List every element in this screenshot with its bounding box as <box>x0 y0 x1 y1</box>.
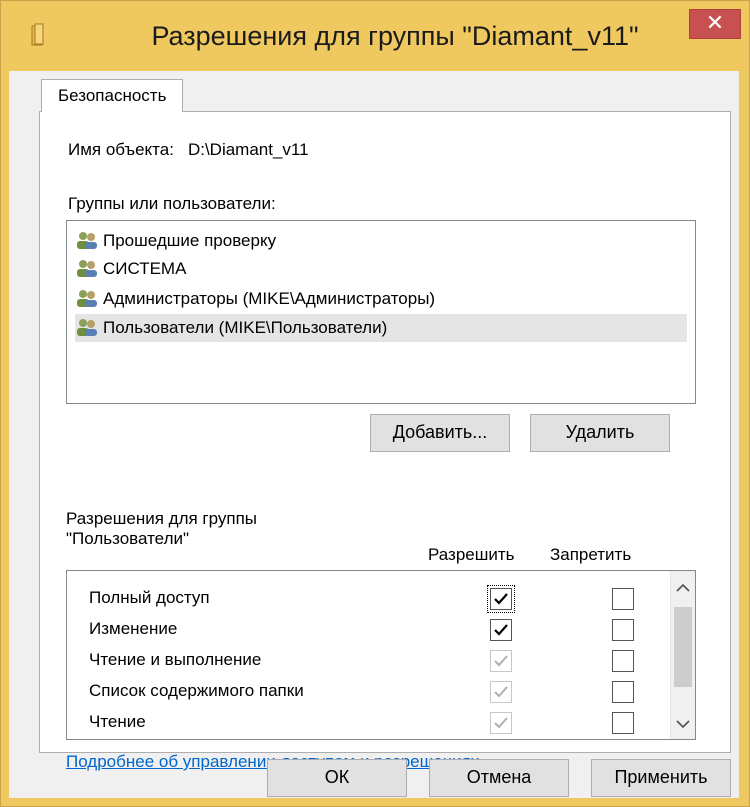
list-item[interactable]: Прошедшие проверку <box>75 227 687 255</box>
ok-button[interactable]: ОК <box>267 759 407 797</box>
list-item[interactable]: СИСТЕМА <box>75 255 687 283</box>
users-icon <box>77 260 97 277</box>
object-name: Имя объекта: D:\Diamant_v11 <box>68 140 309 160</box>
allow-read-execute-checkbox[interactable] <box>490 650 512 672</box>
tab-security[interactable]: Безопасность <box>41 79 184 112</box>
close-button[interactable]: ✕ <box>689 9 741 39</box>
allow-column-header: Разрешить <box>428 545 515 564</box>
window-title: Разрешения для группы "Diamant_v11" <box>151 21 639 51</box>
deny-modify-checkbox[interactable] <box>612 619 634 641</box>
deny-read-checkbox[interactable] <box>612 712 634 734</box>
permissions-listbox[interactable]: Полный доступ Изменение Чтение и выполне… <box>66 570 696 740</box>
dialog-client: Безопасность Имя объекта: D:\Diamant_v11 … <box>9 71 739 798</box>
remove-button[interactable]: Удалить <box>530 414 670 452</box>
permission-row-read: Чтение <box>89 712 146 731</box>
allow-list-folder-checkbox[interactable] <box>490 681 512 703</box>
permission-row-read-execute: Чтение и выполнение <box>89 650 262 669</box>
allow-full-control-checkbox[interactable] <box>487 585 515 613</box>
scrollbar-thumb[interactable] <box>674 607 692 687</box>
add-button[interactable]: Добавить... <box>370 414 510 452</box>
groups-listbox[interactable]: Прошедшие проверку СИСТЕМА Администратор… <box>66 220 696 404</box>
permission-row-list-folder: Список содержимого папки <box>89 681 304 700</box>
object-name-value: D:\Diamant_v11 <box>187 140 309 159</box>
deny-column-header: Запретить <box>550 545 632 564</box>
allow-read-checkbox[interactable] <box>490 712 512 734</box>
list-item-selected[interactable]: Пользователи (MIKE\Пользователи) <box>75 314 687 342</box>
permissions-scrollbar[interactable] <box>670 571 695 739</box>
deny-list-folder-checkbox[interactable] <box>612 681 634 703</box>
permissions-title: Разрешения для группы "Пользователи" <box>66 509 258 548</box>
chevron-up-icon[interactable] <box>671 577 695 599</box>
title-bar[interactable]: Разрешения для группы "Diamant_v11" ✕ <box>1 1 749 71</box>
users-icon <box>77 232 97 249</box>
allow-modify-checkbox[interactable] <box>490 619 512 641</box>
cancel-button[interactable]: Отмена <box>429 759 569 797</box>
object-name-label: Имя объекта: <box>68 140 174 159</box>
permission-row-modify: Изменение <box>89 619 178 638</box>
permission-row-full-control: Полный доступ <box>89 588 210 607</box>
deny-full-control-checkbox[interactable] <box>612 588 634 610</box>
chevron-down-icon[interactable] <box>671 713 695 735</box>
list-item[interactable]: Администраторы (MIKE\Администраторы) <box>75 285 687 313</box>
apply-button[interactable]: Применить <box>591 759 731 797</box>
groups-label: Группы или пользователи: <box>68 194 276 213</box>
users-icon <box>77 319 97 336</box>
deny-read-execute-checkbox[interactable] <box>612 650 634 672</box>
permissions-dialog: Разрешения для группы "Diamant_v11" ✕ Бе… <box>0 0 750 807</box>
users-icon <box>77 290 97 307</box>
security-tab-panel: Имя объекта: D:\Diamant_v11 Группы или по… <box>39 111 731 771</box>
